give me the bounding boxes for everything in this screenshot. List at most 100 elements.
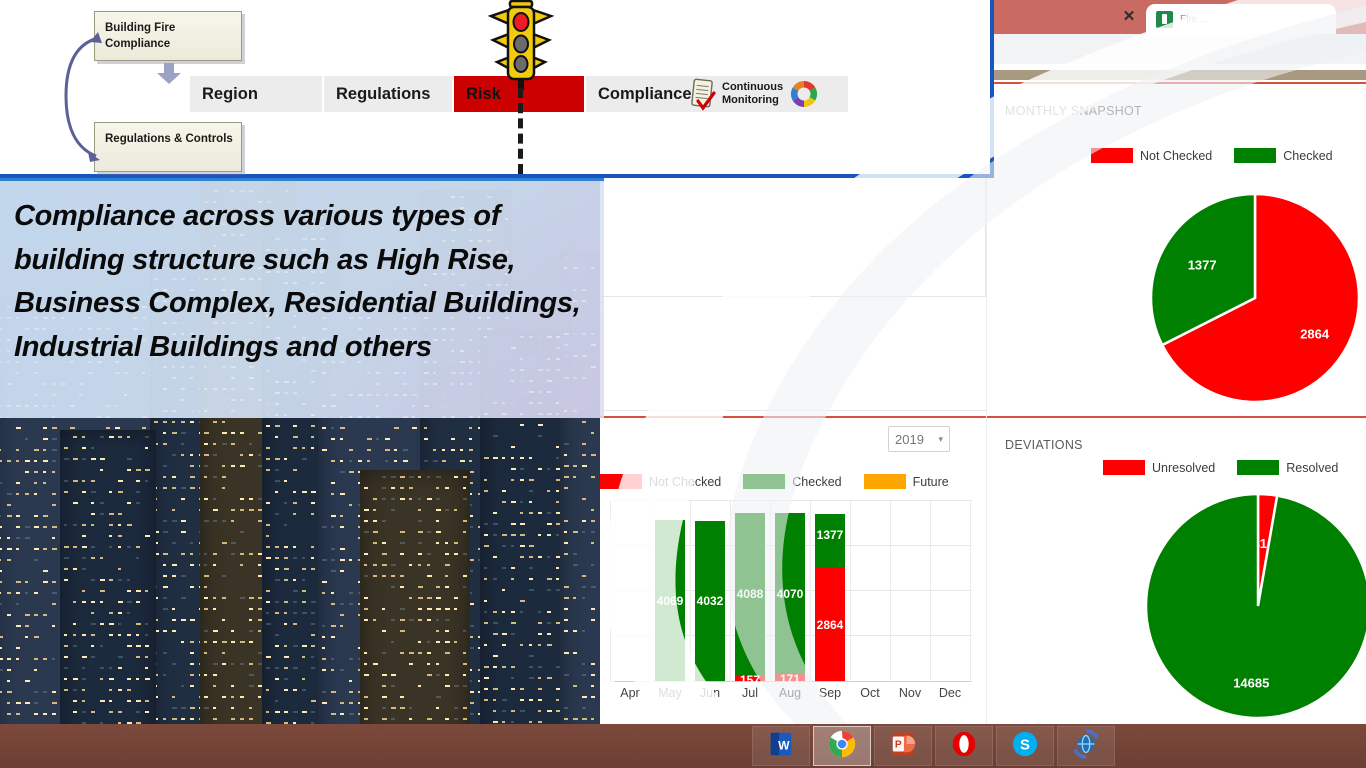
bar-value-label: 171 [779,672,801,686]
taskbar-item-word[interactable]: W [752,726,810,766]
x-axis-tick-label: Jun [699,686,721,700]
taskbar-item-opera[interactable] [935,726,993,766]
browser-tab[interactable]: Fire ... [1146,4,1336,34]
deviations-pie: 414 14685 [1133,492,1366,720]
bar-column: 1377 2864 [815,514,845,681]
caption-text-block: Compliance across various types of build… [0,178,604,418]
bar-value-label: 4032 [696,594,724,608]
chrome-icon [827,729,857,764]
loop-arrow-icon [64,32,102,162]
bar-value-label: 1377 [816,527,844,542]
bar-segment-checked: 1377 [815,514,845,568]
bar-column: 4069 [655,520,685,681]
process-step-label: Regulations [336,84,431,103]
bar-chart-legend: Not Checked Checked Future [600,474,963,489]
bar-value-label: 4088 [736,587,764,601]
flow-box-building-fire-compliance: Building Fire Compliance [94,11,242,61]
deviations-card: DEVIATIONS Unresolved Resolved 414 14685 [986,416,1366,724]
process-step-label: Compliance [598,84,692,103]
risk-connector-line [518,88,523,174]
legend-label: Not Checked [649,474,722,489]
legend-swatch [863,474,906,489]
bar-segment-checked: 4032 [695,521,725,681]
bar-value-label: 2864 [816,617,844,632]
gridline [770,500,771,682]
legend-label: Not Checked [1140,148,1213,163]
legend-swatch [600,474,642,489]
bar-segment-not-checked: 2864 [815,568,845,681]
x-axis-tick-label: Aug [778,686,802,700]
gridline [650,500,651,682]
monthly-snapshot-legend-item: Checked [1234,148,1333,163]
taskbar-item-powerpoint[interactable]: P [874,726,932,766]
spreadsheet-icon [1156,10,1173,28]
gridline [690,500,691,682]
process-step-continuous-monitoring: Continuous Monitoring [714,76,850,112]
gridline [970,500,971,682]
clipboard-check-icon [690,77,716,111]
year-filter-dropdown[interactable]: 2019 ▾ [888,426,950,452]
browser-globe-icon [1071,728,1101,764]
bar-segment-not-checked: 171 [775,672,805,686]
taskbar-item-skype[interactable]: S [996,726,1054,766]
deviations-legend-item: Resolved [1237,460,1338,475]
monthly-snapshot-legend: Not Checked Checked [1091,148,1347,163]
close-icon[interactable]: ✕ [1120,8,1138,26]
color-wheel-icon [789,79,819,109]
bar-value-label: 4070 [776,586,804,601]
opera-icon [950,730,978,763]
empty-card-middle [600,298,986,411]
browser-tab-title: Fire ... [1180,13,1209,25]
legend-swatch [743,474,786,489]
bar-chart-legend-item: Future [863,474,949,489]
svg-text:W: W [778,738,790,752]
traffic-light-icon [487,0,555,90]
pie-data-label: 1377 [1188,258,1217,273]
bar-value-label: 157 [739,673,761,687]
powerpoint-icon: P [889,730,917,763]
x-axis-tick-label: Jul [742,686,758,700]
gridline [610,500,611,682]
word-icon: W [767,730,795,763]
process-step-label: Region [202,84,258,103]
x-axis-tick-label: May [658,686,682,700]
legend-swatch [1091,148,1133,163]
legend-label: Resolved [1286,460,1339,475]
bar-segment-checked: 4088 [735,513,765,675]
bar-segment-not-checked: 157 [735,673,765,687]
gridline [730,500,731,682]
deviations-title: DEVIATIONS [1005,438,1083,452]
monthly-snapshot-title: MONTHLY SNAPSHOT [1005,104,1142,118]
monthly-snapshot-pie: 2864 1377 [1135,192,1366,404]
monthly-snapshot-legend-item: Not Checked [1091,148,1212,163]
bar-segment-checked: 4069 [655,520,685,681]
taskbar-item-chrome[interactable] [813,726,871,766]
card-rule [600,416,986,418]
bar-column: 4032 [695,521,725,681]
x-axis-tick-label: Apr [620,686,640,700]
svg-text:P: P [895,739,902,750]
bar-chart-legend-item: Checked [743,474,842,489]
gridline [850,500,851,682]
svg-text:S: S [1020,736,1030,753]
x-axis-tick-label: Nov [898,686,922,700]
gridline [810,500,811,682]
bar-chart-legend-item: Not Checked [600,474,721,489]
gridline [614,500,972,501]
windows-taskbar: WPS [0,724,1366,768]
process-step-regulations: Regulations [324,76,454,112]
year-filter-value: 2019 [895,431,924,447]
building [60,430,156,768]
gridline [930,500,931,682]
legend-label: Future [912,474,949,489]
process-step-label: Continuous Monitoring [722,80,784,106]
flow-box-regulations-controls: Regulations & Controls [94,122,242,172]
legend-label: Unresolved [1152,460,1216,475]
legend-label: Checked [1283,148,1333,163]
pie-data-label: 2864 [1300,327,1330,342]
taskbar-item-browser-globe[interactable] [1057,726,1115,766]
deviations-legend-item: Unresolved [1103,460,1215,475]
bar-column: 4070 171 [775,513,805,686]
card-rule [987,416,1366,418]
pie-data-label: 14685 [1233,676,1269,691]
